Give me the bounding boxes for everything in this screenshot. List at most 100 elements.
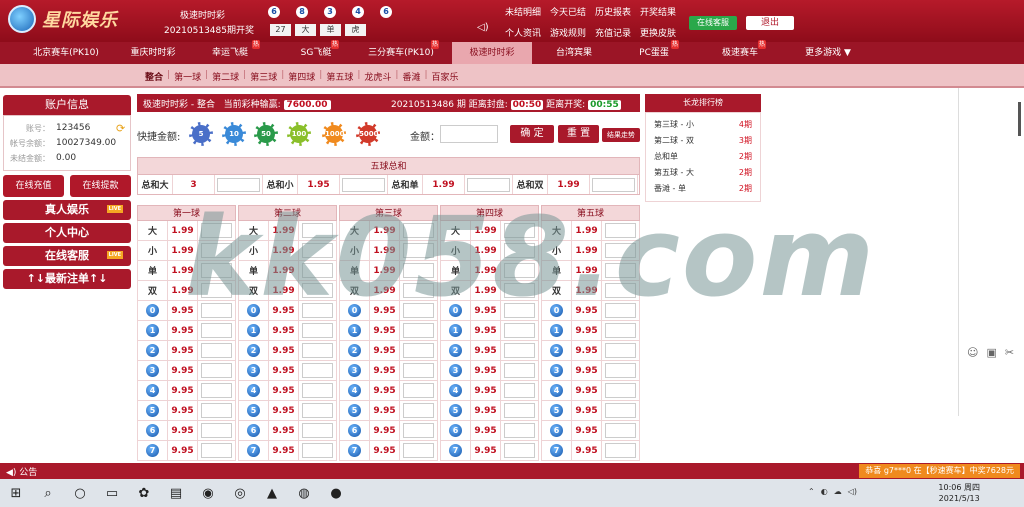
nav-item-sfsc[interactable]: 三分赛车(PK10) xyxy=(365,42,437,64)
bet-amount-input[interactable] xyxy=(201,223,232,238)
bet-amount-input[interactable] xyxy=(201,323,232,338)
tab-ball-5[interactable]: 第五球 xyxy=(326,70,353,83)
refresh-icon[interactable]: ⟳ xyxy=(116,122,125,135)
emoji-icon[interactable]: ☺ xyxy=(967,346,978,359)
chip-10[interactable]: 10 xyxy=(222,122,246,146)
wechat-icon[interactable]: ◍ xyxy=(288,486,320,501)
sum-small-input[interactable] xyxy=(342,177,385,192)
chip-100[interactable]: 100 xyxy=(287,122,311,146)
bet-amount-input[interactable] xyxy=(302,323,333,338)
tray-icon[interactable]: ◐ xyxy=(821,487,828,496)
chip-50[interactable]: 50 xyxy=(254,122,278,146)
bet-amount-input[interactable] xyxy=(403,383,434,398)
edge-icon[interactable]: ◉ xyxy=(192,486,224,501)
withdraw-button[interactable]: 在线提款 xyxy=(70,175,131,197)
folder-icon[interactable]: ▤ xyxy=(160,486,192,501)
amount-input[interactable] xyxy=(440,125,498,143)
bet-amount-input[interactable] xyxy=(605,383,636,398)
bet-amount-input[interactable] xyxy=(605,363,636,378)
bet-amount-input[interactable] xyxy=(201,303,232,318)
tab-baccarat[interactable]: 百家乐 xyxy=(432,70,459,83)
bet-amount-input[interactable] xyxy=(403,303,434,318)
bet-amount-input[interactable] xyxy=(302,283,333,298)
tab-ball-2[interactable]: 第二球 xyxy=(212,70,239,83)
site-logo[interactable]: 星际娱乐 xyxy=(8,5,118,33)
link-rules[interactable]: 游戏规则 xyxy=(550,26,586,39)
bet-amount-input[interactable] xyxy=(403,343,434,358)
bet-amount-input[interactable] xyxy=(201,243,232,258)
confirm-button[interactable]: 确 定 xyxy=(510,125,554,143)
chip-5000[interactable]: 5000 xyxy=(356,122,380,146)
bet-amount-input[interactable] xyxy=(504,323,535,338)
tab-ball-3[interactable]: 第三球 xyxy=(250,70,277,83)
nav-item-pcdd[interactable]: PC蛋蛋 xyxy=(632,42,676,64)
bet-amount-input[interactable] xyxy=(201,283,232,298)
nav-item-cqssc[interactable]: 重庆时时彩 xyxy=(118,42,188,64)
bet-amount-input[interactable] xyxy=(302,403,333,418)
link-skin[interactable]: 更换皮肤 xyxy=(640,26,676,39)
bet-amount-input[interactable] xyxy=(403,423,434,438)
gif-icon[interactable]: ▣ xyxy=(986,346,996,359)
service-button[interactable]: 在线客服 LIVE xyxy=(3,246,131,266)
chat-scrollbar[interactable] xyxy=(1018,102,1021,136)
nav-item-more[interactable]: 更多游戏 ▼ xyxy=(800,42,856,64)
cortana-icon[interactable]: ○ xyxy=(64,486,96,501)
bet-amount-input[interactable] xyxy=(201,263,232,278)
bet-amount-input[interactable] xyxy=(201,423,232,438)
bet-amount-input[interactable] xyxy=(403,283,434,298)
bet-amount-input[interactable] xyxy=(605,323,636,338)
link-profile[interactable]: 个人资讯 xyxy=(505,26,541,39)
bet-amount-input[interactable] xyxy=(504,303,535,318)
clock[interactable]: 10:06 周四 2021/5/13 xyxy=(938,482,980,504)
bet-amount-input[interactable] xyxy=(504,403,535,418)
bet-amount-input[interactable] xyxy=(302,223,333,238)
tray-icon[interactable]: ☁ xyxy=(834,487,842,496)
link-history[interactable]: 历史报表 xyxy=(595,5,631,18)
task-view-icon[interactable]: ▭ xyxy=(96,486,128,501)
nav-item-jssc[interactable]: 极速赛车 xyxy=(716,42,764,64)
sum-big-input[interactable] xyxy=(217,177,260,192)
bet-amount-input[interactable] xyxy=(302,383,333,398)
chrome-icon[interactable]: ◎ xyxy=(224,486,256,501)
chip-1000[interactable]: 1000 xyxy=(322,122,346,146)
tab-dragon-tiger[interactable]: 龙虎斗 xyxy=(364,70,391,83)
bet-amount-input[interactable] xyxy=(403,403,434,418)
link-unsettled[interactable]: 未结明细 xyxy=(505,5,541,18)
scissors-icon[interactable]: ✂ xyxy=(1005,346,1014,359)
user-center-button[interactable]: 个人中心 xyxy=(3,223,131,243)
bet-amount-input[interactable] xyxy=(504,283,535,298)
nav-item-twbg[interactable]: 台湾宾果 xyxy=(548,42,600,64)
tab-fantan[interactable]: 番滩 xyxy=(402,70,420,83)
bet-amount-input[interactable] xyxy=(302,443,333,458)
bet-amount-input[interactable] xyxy=(403,363,434,378)
bet-amount-input[interactable] xyxy=(605,263,636,278)
bet-amount-input[interactable] xyxy=(302,263,333,278)
bet-amount-input[interactable] xyxy=(302,243,333,258)
bet-amount-input[interactable] xyxy=(201,443,232,458)
bet-amount-input[interactable] xyxy=(403,243,434,258)
bet-amount-input[interactable] xyxy=(605,343,636,358)
nav-item-jsssc[interactable]: 极速时时彩 xyxy=(452,42,532,64)
bet-amount-input[interactable] xyxy=(302,343,333,358)
bet-amount-input[interactable] xyxy=(201,403,232,418)
app-icon[interactable]: ● xyxy=(320,486,352,501)
bet-amount-input[interactable] xyxy=(504,363,535,378)
bet-amount-input[interactable] xyxy=(504,443,535,458)
bet-amount-input[interactable] xyxy=(605,443,636,458)
bet-amount-input[interactable] xyxy=(504,223,535,238)
sum-odd-input[interactable] xyxy=(467,177,510,192)
bet-amount-input[interactable] xyxy=(605,303,636,318)
bet-amount-input[interactable] xyxy=(605,223,636,238)
bet-amount-input[interactable] xyxy=(302,423,333,438)
tab-ball-4[interactable]: 第四球 xyxy=(288,70,315,83)
notice-label[interactable]: ◀) 公告 xyxy=(6,465,37,478)
nav-item-bjsc[interactable]: 北京赛车(PK10) xyxy=(20,42,112,64)
link-results[interactable]: 开奖结果 xyxy=(640,5,676,18)
bet-amount-input[interactable] xyxy=(201,363,232,378)
bet-amount-input[interactable] xyxy=(504,343,535,358)
tray-icon[interactable]: ⌃ xyxy=(808,487,815,496)
bet-amount-input[interactable] xyxy=(605,403,636,418)
logout-button[interactable]: 退出 xyxy=(746,16,794,30)
bet-amount-input[interactable] xyxy=(302,363,333,378)
sum-even-input[interactable] xyxy=(592,177,635,192)
